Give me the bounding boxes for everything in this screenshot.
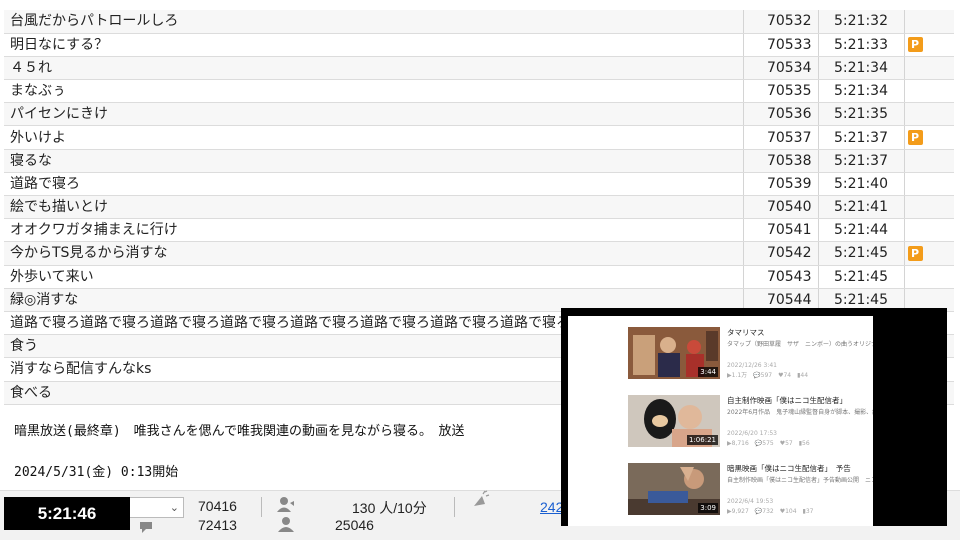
viewer-total-icon [276, 515, 296, 537]
comment-number: 70542 [742, 241, 818, 266]
ad-megaphone-icon[interactable] [470, 490, 492, 516]
comment-text: オオクワガタ捕まえに行け [4, 218, 743, 243]
comment-number: 70539 [742, 172, 818, 197]
comment-text: 外いけよ [4, 125, 743, 150]
premium-badge-icon: P [907, 245, 923, 261]
video-description: タマップ（野田草履 サザ ニンボー）の曲うオリジナル [727, 341, 873, 348]
comment-time: 5:21:45 [817, 265, 904, 289]
video-description: 自主制作映画「僕はニコ生配信者」予告動画公開 ニコ [727, 477, 873, 484]
video-stats: ▶1.1万 💬597 ♥74 ▮44 [727, 372, 809, 379]
comment-badge-cell: P [903, 241, 954, 266]
comment-row[interactable]: 今からTS見るから消すな 70542 5:21:45 P [4, 241, 954, 266]
video-duration: 3:09 [698, 503, 718, 513]
stat-top-count: 70416 [198, 498, 237, 514]
comment-text: 道路で寝ろ [4, 172, 743, 197]
comment-number: 70534 [742, 56, 818, 81]
comment-text: 外歩いて来い [4, 265, 743, 289]
comment-row[interactable]: 寝るな 70538 5:21:37 [4, 149, 954, 173]
video-date: 2022/6/20 17:53 [727, 430, 777, 437]
video-date: 2022/12/26 3:41 [727, 362, 777, 369]
comment-number: 70538 [742, 149, 818, 173]
comment-badge-cell [903, 10, 954, 34]
stat-bottom-count: 72413 [198, 517, 237, 533]
video-title: タマリマス [727, 328, 765, 337]
comment-row[interactable]: まなぶぅ 70535 5:21:34 [4, 79, 954, 104]
comment-badge-cell [903, 102, 954, 127]
comment-row[interactable]: 外歩いて来い 70543 5:21:45 [4, 265, 954, 289]
comment-time: 5:21:37 [817, 125, 904, 150]
comment-time: 5:21:37 [817, 149, 904, 173]
comment-number: 70536 [742, 102, 818, 127]
comment-time: 5:21:40 [817, 172, 904, 197]
comment-row[interactable]: 台風だからパトロールしろ 70532 5:21:32 [4, 10, 954, 34]
comment-row[interactable]: 道路で寝ろ 70539 5:21:40 [4, 172, 954, 197]
comment-time: 5:21:34 [817, 79, 904, 104]
comment-row[interactable]: ４５れ 70534 5:21:34 [4, 56, 954, 81]
premium-badge-icon: P [907, 37, 923, 53]
comment-row[interactable]: 明日なにする？ 70533 5:21:33 P [4, 33, 954, 57]
comment-icon [138, 518, 158, 538]
video-duration: 3:44 [698, 367, 718, 377]
comment-number: 70537 [742, 125, 818, 150]
video-stats: ▶8,716 💬575 ♥57 ▮56 [727, 440, 810, 447]
comment-number: 70540 [742, 195, 818, 220]
divider [261, 497, 262, 517]
comment-time: 5:21:41 [817, 195, 904, 220]
video-thumbnail: 1:06:21 [628, 395, 720, 447]
comment-number: 70533 [742, 33, 818, 57]
comment-number: 70541 [742, 218, 818, 243]
comment-badge-cell [903, 218, 954, 243]
video-title: 暗黒映画「僕はニコ生配信者」 予告 [727, 464, 851, 473]
comment-time: 5:21:35 [817, 102, 904, 127]
gift-point-link[interactable]: 242 [540, 499, 563, 515]
comment-text: 明日なにする？ [4, 33, 743, 57]
comment-badge-cell [903, 172, 954, 197]
comment-badge-cell [903, 149, 954, 173]
comment-text: まなぶぅ [4, 79, 743, 104]
video-list-overlay: 3:44 タマリマス タマップ（野田草履 サザ ニンボー）の曲うオリジナル 20… [561, 308, 947, 526]
elapsed-time-clock: 5:21:46 [4, 497, 130, 530]
comment-time: 5:21:34 [817, 56, 904, 81]
divider [454, 497, 455, 517]
video-thumbnail: 3:09 [628, 463, 720, 515]
video-thumbnail: 3:44 [628, 327, 720, 379]
comment-text: パイセンにきけ [4, 102, 743, 127]
premium-badge-icon: P [907, 130, 923, 146]
video-duration: 1:06:21 [687, 435, 718, 445]
comment-number: 70535 [742, 79, 818, 104]
video-list-panel: 3:44 タマリマス タマップ（野田草履 サザ ニンボー）の曲うオリジナル 20… [568, 316, 873, 526]
video-stats: ▶9,927 💬732 ♥104 ▮37 [727, 508, 814, 515]
comment-badge-cell: P [903, 125, 954, 150]
comment-badge-cell [903, 79, 954, 104]
comment-time: 5:21:33 [817, 33, 904, 57]
comment-number: 70532 [742, 10, 818, 34]
comment-badge-cell [903, 56, 954, 81]
comment-time: 5:21:45 [817, 241, 904, 266]
viewers-rate: 130 人/10分 [352, 500, 427, 516]
viewers-total: 25046 [335, 517, 374, 533]
comment-text: 絵でも描いとけ [4, 195, 743, 220]
comment-time: 5:21:44 [817, 218, 904, 243]
comment-text: 寝るな [4, 149, 743, 173]
viewer-rate-icon [276, 495, 296, 517]
video-date: 2022/6/4 19:53 [727, 498, 774, 505]
video-title: 自主制作映画「僕はニコ生配信者」 [727, 396, 847, 405]
comment-badge-cell: P [903, 33, 954, 57]
comment-row[interactable]: パイセンにきけ 70536 5:21:35 [4, 102, 954, 127]
video-description: 2022年6月作品 鬼子魂山縁監督自身が脚本、撮影、編集 [727, 409, 873, 416]
chevron-down-icon: ⌄ [169, 501, 179, 514]
clock-mode-select[interactable]: ⌄ [130, 497, 184, 518]
comment-time: 5:21:32 [817, 10, 904, 34]
comment-row[interactable]: 外いけよ 70537 5:21:37 P [4, 125, 954, 150]
comment-badge-cell [903, 195, 954, 220]
comment-text: 今からTS見るから消すな [4, 241, 743, 266]
comment-text: ４５れ [4, 56, 743, 81]
comment-number: 70543 [742, 265, 818, 289]
comment-row[interactable]: オオクワガタ捕まえに行け 70541 5:21:44 [4, 218, 954, 243]
comment-badge-cell [903, 265, 954, 289]
comment-text: 台風だからパトロールしろ [4, 10, 743, 34]
stream-title: 暗黒放送(最終章) 唯我さんを偲んで唯我関連の動画を見ながら寝る。 放送 [14, 424, 465, 439]
comment-row[interactable]: 絵でも描いとけ 70540 5:21:41 [4, 195, 954, 220]
stream-start-time: 2024/5/31(金) 0:13開始 [14, 465, 179, 480]
